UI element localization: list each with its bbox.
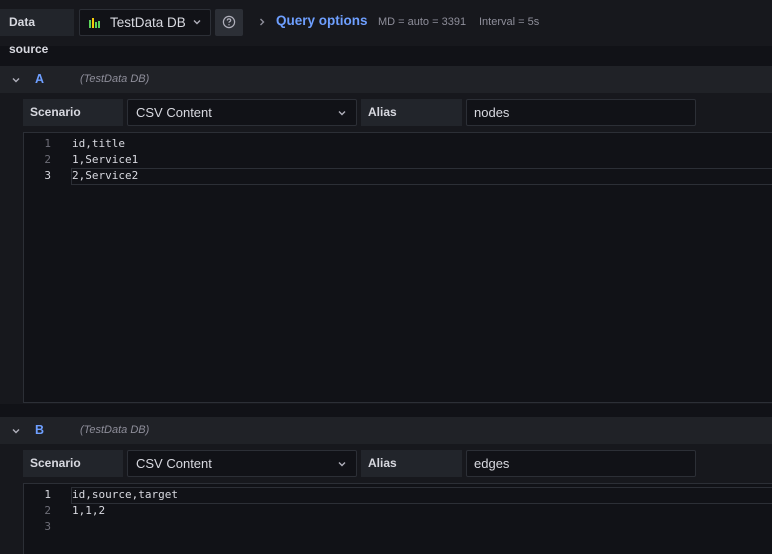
chevron-down-icon[interactable] xyxy=(11,75,21,85)
line-number: 2 xyxy=(44,153,51,166)
scenario-label: Scenario xyxy=(23,450,123,477)
scenario-label: Scenario xyxy=(23,99,123,126)
editor-line: 2 1,Service1 xyxy=(24,152,772,168)
query-editor: Data source TestData DB Query options MD… xyxy=(0,0,772,554)
datasource-name: TestData DB xyxy=(110,15,186,30)
query-ref-id[interactable]: A xyxy=(35,72,44,86)
alias-label: Alias xyxy=(361,99,462,126)
help-button[interactable] xyxy=(215,9,243,36)
testdata-logo-icon xyxy=(89,18,100,28)
line-number: 2 xyxy=(44,504,51,517)
chevron-down-icon[interactable] xyxy=(11,426,21,436)
query-row-header[interactable]: B (TestData DB) xyxy=(0,417,772,444)
query-datasource-name: (TestData DB) xyxy=(80,73,150,85)
current-line-highlight xyxy=(71,168,772,185)
alias-label: Alias xyxy=(361,450,462,477)
query-datasource-name: (TestData DB) xyxy=(80,424,150,436)
query-row-header[interactable]: A (TestData DB) xyxy=(0,66,772,93)
line-number: 1 xyxy=(44,137,51,150)
alias-input[interactable]: nodes xyxy=(466,99,696,126)
line-text: 1,Service1 xyxy=(72,153,139,166)
datasource-picker[interactable]: TestData DB xyxy=(79,9,211,36)
editor-line: 3 xyxy=(24,519,772,535)
alias-input[interactable]: edges xyxy=(466,450,696,477)
question-circle-icon xyxy=(222,15,236,29)
line-number: 3 xyxy=(44,169,51,182)
chevron-right-icon[interactable] xyxy=(258,16,266,28)
line-text: 1,1,2 xyxy=(72,504,106,517)
line-text: id,source,target xyxy=(72,488,178,501)
line-number: 3 xyxy=(44,520,51,533)
alias-value: nodes xyxy=(474,105,510,120)
query-toolbar: Data source TestData DB Query options MD… xyxy=(0,0,772,56)
query-row-b: B (TestData DB) Scenario CSV Content Ali… xyxy=(0,417,772,554)
line-text: 2,Service2 xyxy=(72,169,139,182)
scenario-select[interactable]: CSV Content xyxy=(127,99,357,126)
chevron-down-icon xyxy=(193,20,201,25)
query-options-toggle[interactable]: Query options xyxy=(276,13,368,28)
max-data-points-info: MD = auto = 3391 xyxy=(378,16,467,28)
alias-value: edges xyxy=(474,456,510,471)
editor-line-current: 3 2,Service2 xyxy=(24,168,772,185)
chevron-down-icon xyxy=(338,462,346,467)
line-number: 1 xyxy=(44,488,51,501)
scenario-value: CSV Content xyxy=(136,456,212,471)
scenario-value: CSV Content xyxy=(136,105,212,120)
scenario-select[interactable]: CSV Content xyxy=(127,450,357,477)
editor-line: 2 1,1,2 xyxy=(24,503,772,519)
query-ref-id[interactable]: B xyxy=(35,423,44,437)
query-row-a: A (TestData DB) Scenario CSV Content Ali… xyxy=(0,66,772,404)
data-source-label: Data source xyxy=(0,9,74,56)
editor-line-current: 1 id,source,target xyxy=(24,487,772,504)
line-text: id,title xyxy=(72,137,125,150)
csv-content-editor[interactable]: 1 id,title 2 1,Service1 3 2,Service2 xyxy=(23,132,772,403)
csv-content-editor[interactable]: 1 id,source,target 2 1,1,2 3 xyxy=(23,483,772,554)
editor-line: 1 id,title xyxy=(24,136,772,152)
chevron-down-icon xyxy=(338,111,346,116)
interval-info: Interval = 5s xyxy=(479,16,540,28)
